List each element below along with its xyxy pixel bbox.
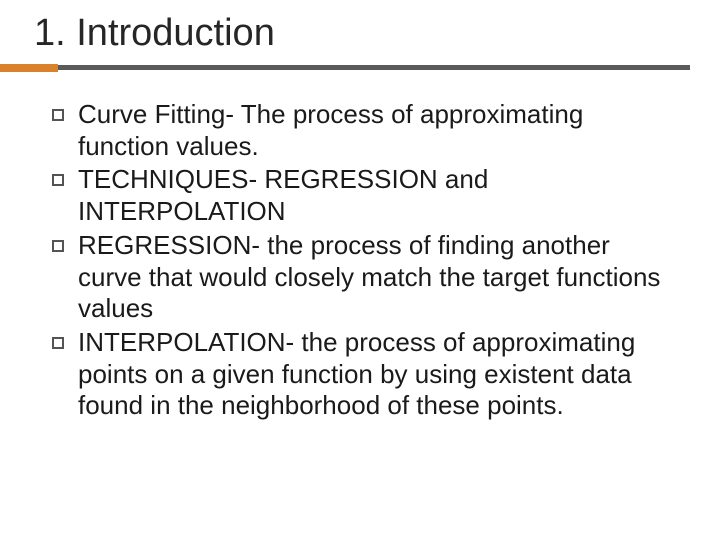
square-bullet-icon xyxy=(52,109,64,121)
list-item: TECHNIQUES- REGRESSION and INTERPOLATION xyxy=(52,164,680,227)
square-bullet-icon xyxy=(52,174,64,186)
rule-accent xyxy=(0,64,58,72)
bullet-list: Curve Fitting- The process of approximat… xyxy=(30,99,690,422)
slide-title: 1. Introduction xyxy=(34,12,690,55)
list-item-text: REGRESSION- the process of finding anoth… xyxy=(78,230,680,325)
square-bullet-icon xyxy=(52,240,64,252)
list-item-text: Curve Fitting- The process of approximat… xyxy=(78,99,680,162)
list-item: REGRESSION- the process of finding anoth… xyxy=(52,230,680,325)
rule-gray xyxy=(30,65,690,70)
list-item-text: TECHNIQUES- REGRESSION and INTERPOLATION xyxy=(78,164,680,227)
list-item: Curve Fitting- The process of approximat… xyxy=(52,99,680,162)
title-rule xyxy=(30,65,690,71)
square-bullet-icon xyxy=(52,337,64,349)
list-item-text: INTERPOLATION- the process of approximat… xyxy=(78,327,680,422)
list-item: INTERPOLATION- the process of approximat… xyxy=(52,327,680,422)
slide: 1. Introduction Curve Fitting- The proce… xyxy=(0,0,720,540)
